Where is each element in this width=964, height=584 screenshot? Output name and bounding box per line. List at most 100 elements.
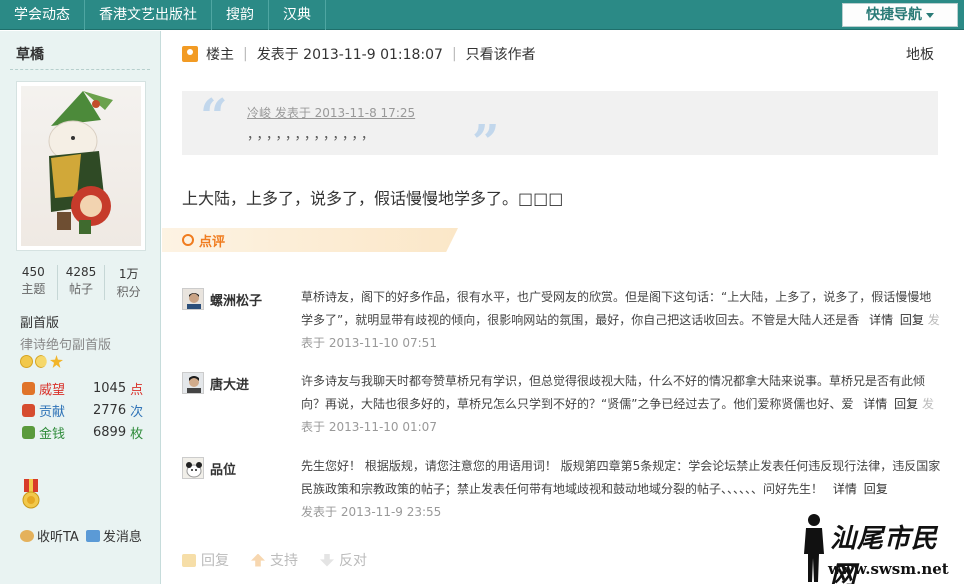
stat-threads[interactable]: 450 主题	[10, 265, 58, 300]
metric-prestige-name: 威望	[39, 383, 66, 398]
commenter-avatar[interactable]	[182, 372, 204, 394]
commenter-name[interactable]: 唐大进	[210, 374, 249, 393]
comments-header: 点评	[162, 228, 458, 252]
reply-button-label: 回复	[201, 553, 229, 569]
stat-posts-value: 4285	[65, 265, 97, 279]
divider	[10, 69, 150, 70]
rank-icons	[20, 355, 63, 368]
post-panel: 楼主 | 发表于 2013-11-9 01:18:07 | 只看该作者 地板 “…	[162, 31, 964, 584]
commenter-avatar-image	[183, 458, 203, 478]
send-message-link[interactable]: 发消息	[103, 526, 142, 545]
medal-icon[interactable]	[22, 479, 40, 509]
metric-money: 金钱 6899 枚	[22, 423, 143, 442]
comment-detail-link[interactable]: 详情	[863, 397, 887, 411]
quote-body: ，，，，，，，，，，，，，	[247, 128, 378, 143]
metric-contribution-name: 贡献	[39, 405, 66, 420]
author-username[interactable]: 草橋	[16, 44, 44, 64]
watermark-url: www.swsm.net	[828, 560, 949, 578]
stat-posts-label: 帖子	[69, 282, 94, 296]
top-navigation-bar: 学会动态 香港文艺出版社 搜韵 汉典 快捷导航	[0, 0, 964, 30]
chevron-down-icon	[926, 12, 934, 18]
stat-points-value: 1万	[118, 267, 139, 281]
comment-time: 发表于 2013-11-9 23:55	[301, 505, 442, 519]
stat-threads-label: 主题	[21, 282, 46, 296]
nav-link-xuehui-news[interactable]: 学会动态	[0, 0, 85, 30]
stat-points-label: 积分	[116, 285, 141, 299]
quote-close-icon: ”	[472, 115, 500, 171]
avatar-image	[21, 86, 141, 246]
quote-block: “ 冷峻 发表于 2013-11-8 17:25 ，，，，，，，，，，，，， ”	[182, 89, 938, 167]
quick-nav-label: 快捷导航	[866, 7, 922, 23]
comment-time: 表于 2013-11-10 01:07	[301, 420, 437, 434]
metric-contribution-unit: 次	[130, 405, 144, 420]
nav-link-hk-literature-press[interactable]: 香港文艺出版社	[85, 0, 212, 30]
follow-link[interactable]: 收听TA	[37, 526, 79, 545]
site-watermark: 汕尾市民网 www.swsm.net	[800, 512, 964, 584]
commenter-avatar-image	[183, 289, 203, 309]
comment-icon	[182, 234, 194, 246]
metric-prestige-unit: 点	[130, 383, 144, 398]
reply-button[interactable]: 回复	[182, 550, 229, 570]
comment-reply-link[interactable]: 回复	[900, 313, 924, 327]
metric-money-name: 金钱	[39, 427, 66, 442]
silhouette-figure-icon	[804, 514, 824, 582]
comment-body: 草桥诗友，阁下的好多作品，很有水平，也广受网友的欣赏。但是阁下这句话：“上大陆，…	[301, 290, 932, 327]
avatar[interactable]	[16, 81, 146, 251]
metric-prestige-value: 1045	[93, 381, 127, 396]
comment-body: 许多诗友与我聊天时都夸赞草桥兄有学识，但总觉得很歧视大陆，什么不好的情况都拿大陆…	[301, 374, 926, 411]
nav-link-handian[interactable]: 汉典	[269, 0, 326, 30]
post-date: 发表于 2013-11-9 01:18:07	[256, 47, 443, 63]
comment-detail-link[interactable]: 详情	[833, 482, 857, 496]
comments-tab-label: 点评	[199, 235, 226, 250]
support-button-label: 支持	[270, 553, 298, 569]
metric-contribution-value: 2776	[93, 403, 127, 418]
author-stats: 450 主题 4285 帖子 1万 积分	[10, 265, 152, 300]
avatar-illustration	[48, 91, 113, 234]
metric-prestige: 威望 1045 点	[22, 379, 143, 398]
metric-contribution: 贡献 2776 次	[22, 401, 143, 420]
floor-number[interactable]: 地板	[906, 44, 934, 64]
commenter-name[interactable]: 品位	[210, 459, 236, 478]
comment-reply-link[interactable]: 回复	[894, 397, 918, 411]
oppose-button-label: 反对	[339, 553, 367, 569]
commenter-avatar[interactable]	[182, 457, 204, 479]
post-meta: 楼主 | 发表于 2013-11-9 01:18:07 | 只看该作者	[182, 44, 536, 64]
post-content: 上大陆，上多了，说多了，假话慢慢地学多了。□□□	[182, 189, 564, 208]
commenter-name[interactable]: 螺洲松子	[210, 290, 262, 309]
comment-time: 表于 2013-11-10 07:51	[301, 336, 437, 350]
comment-fade-text: 发	[927, 313, 940, 327]
metric-money-value: 6899	[93, 425, 127, 440]
quote-open-icon: “	[200, 89, 228, 145]
follow-icon	[20, 529, 34, 542]
oppose-button[interactable]: 反对	[320, 550, 367, 570]
sun-icon	[20, 355, 33, 368]
money-icon	[22, 426, 35, 439]
thumbs-down-icon	[320, 553, 334, 567]
author-actions: 收听TA 发消息	[20, 526, 142, 545]
support-button[interactable]: 支持	[251, 550, 298, 570]
comment-fade-text: 发	[921, 397, 934, 411]
star-icon	[50, 355, 63, 368]
moon-icon	[35, 355, 47, 368]
comment-detail-link[interactable]: 详情	[869, 313, 893, 327]
metric-money-unit: 枚	[130, 427, 144, 442]
author-profile-panel: 草橋 450 主题 4285 帖子 1万 积分 副首版 律诗绝句副首版 威望 1…	[0, 31, 161, 584]
stat-points[interactable]: 1万 积分	[105, 265, 152, 300]
commenter-avatar[interactable]	[182, 288, 204, 310]
comment-text: 许多诗友与我聊天时都夸赞草桥兄有学识，但总觉得很歧视大陆，什么不好的情况都拿大陆…	[301, 370, 941, 439]
comment-text: 草桥诗友，阁下的好多作品，很有水平，也广受网友的欣赏。但是阁下这句话：“上大陆，…	[301, 286, 941, 355]
quick-nav-button[interactable]: 快捷导航	[842, 3, 958, 27]
stat-threads-value: 450	[21, 265, 45, 279]
comment-reply-link[interactable]: 回复	[864, 482, 888, 496]
message-icon	[85, 529, 100, 542]
thread-owner-label: 楼主	[206, 47, 234, 63]
commenter-avatar-image	[183, 373, 203, 393]
contribution-icon	[22, 404, 35, 417]
user-rank[interactable]: 副首版	[20, 312, 59, 331]
reply-icon	[182, 553, 196, 567]
prestige-icon	[22, 382, 35, 395]
quote-header[interactable]: 冷峻 发表于 2013-11-8 17:25	[247, 104, 415, 121]
stat-posts[interactable]: 4285 帖子	[58, 265, 106, 300]
view-author-only-link[interactable]: 只看该作者	[466, 44, 536, 64]
nav-link-souyun[interactable]: 搜韵	[212, 0, 269, 30]
